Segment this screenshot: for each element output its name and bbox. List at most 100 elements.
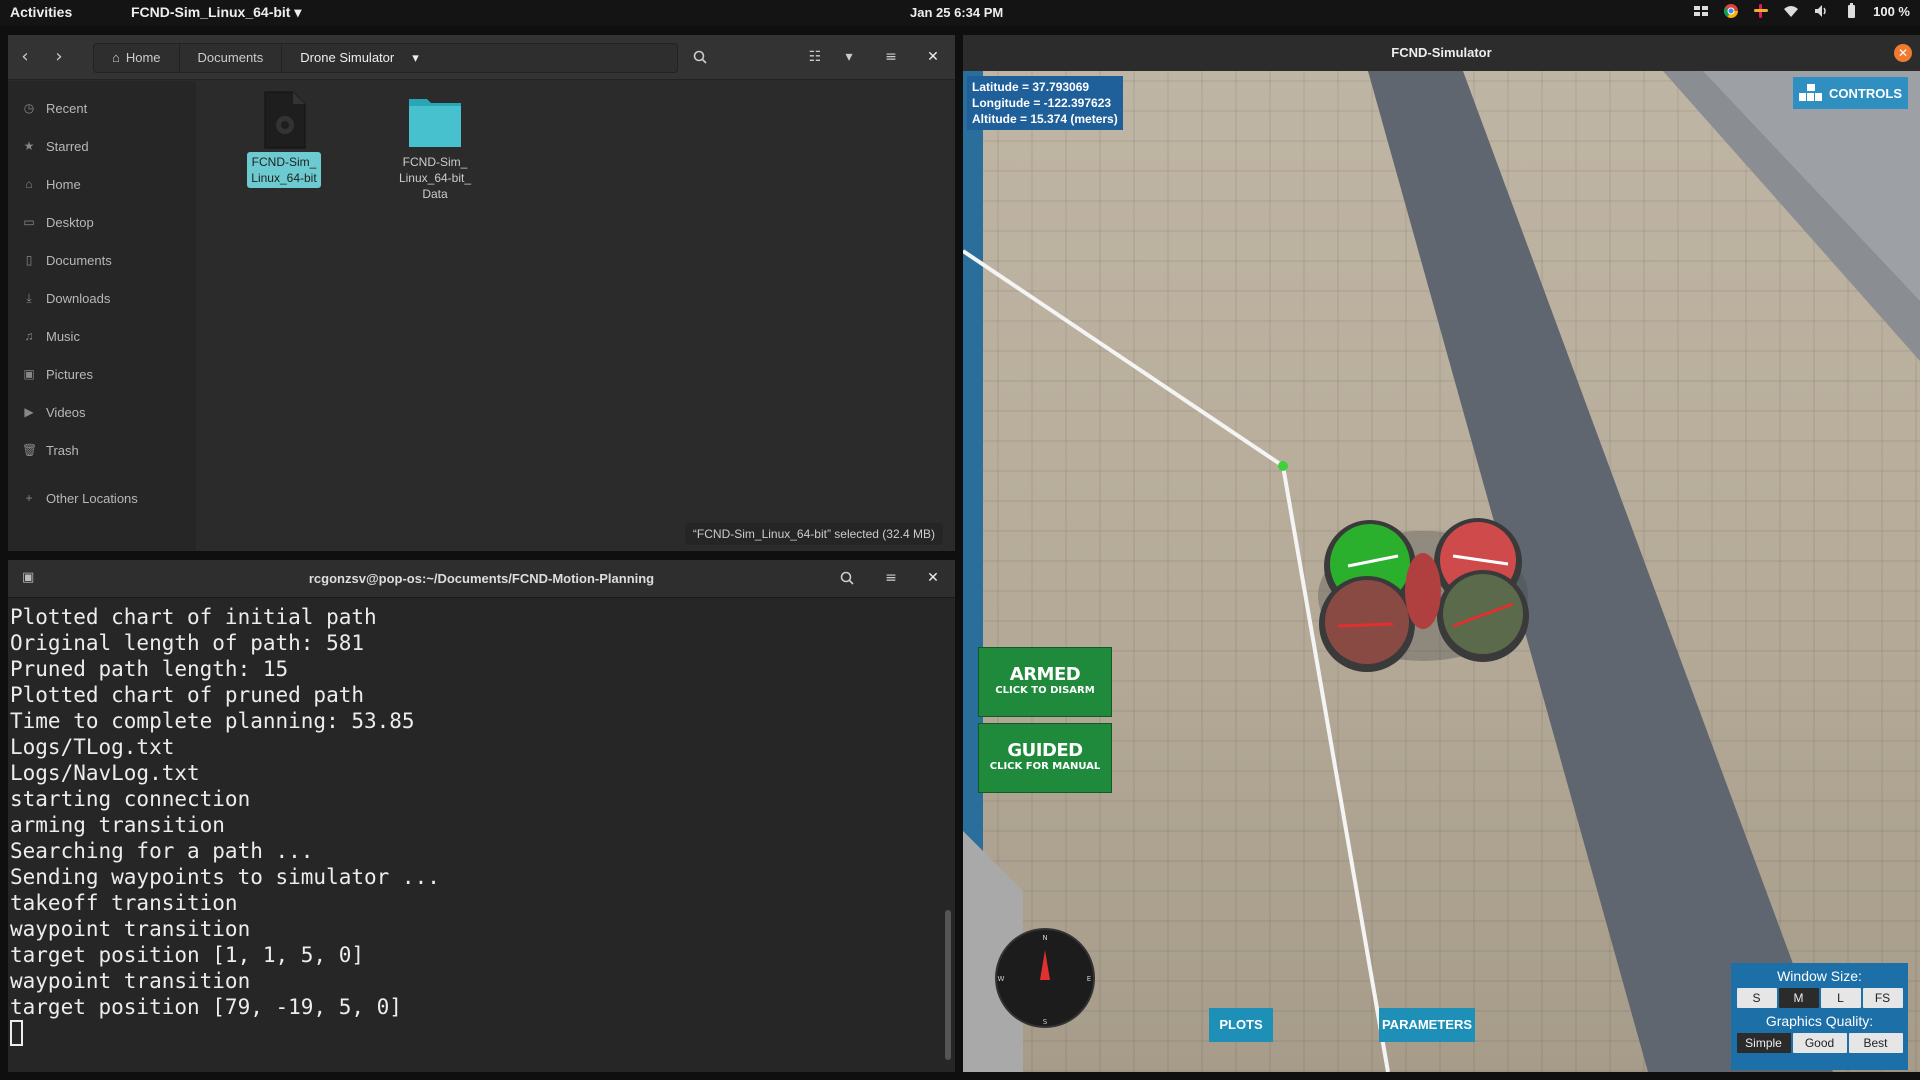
wifi-icon[interactable] (1783, 3, 1799, 19)
breadcrumb-drone-simulator[interactable]: Drone Simulator ▾ (282, 44, 436, 72)
breadcrumb-documents[interactable]: Documents (180, 44, 283, 72)
forward-button[interactable]: › (42, 43, 76, 73)
music-icon: ♫ (24, 329, 34, 343)
longitude-text: Longitude = -122.397623 (972, 96, 1112, 110)
waypoint-marker (1278, 461, 1288, 471)
window-size-fs[interactable]: FS (1862, 988, 1903, 1008)
terminal-cursor (10, 1020, 23, 1046)
system-tray[interactable]: 100 % (1693, 3, 1910, 19)
simulator-viewport[interactable]: Latitude = 37.793069 Longitude = -122.39… (963, 71, 1920, 1072)
latitude-text: Latitude = 37.793069 (972, 80, 1090, 94)
simulator-close-button[interactable]: ✕ (1894, 44, 1912, 62)
graphics-simple[interactable]: Simple (1736, 1033, 1791, 1053)
close-icon: ✕ (927, 49, 939, 65)
sidebar-item-pictures[interactable]: ▣ Pictures (8, 355, 196, 393)
view-toggle-button[interactable]: ☷ (798, 43, 832, 73)
search-button[interactable] (683, 43, 717, 73)
breadcrumb: ⌂ Home Documents Drone Simulator ▾ (93, 43, 678, 73)
guided-label: GUIDED (1007, 740, 1083, 761)
home-icon: ⌂ (25, 177, 33, 191)
window-size-label: Window Size: (1777, 968, 1862, 984)
slack-icon[interactable] (1753, 3, 1769, 19)
file-item-executable[interactable]: FCND-Sim_ Linux_64-bit (234, 91, 334, 188)
sidebar-item-documents[interactable]: ▯ Documents (8, 241, 196, 279)
menu-button[interactable]: ≡ (874, 43, 908, 73)
file-manager-header: ‹ › ⌂ Home Documents Drone Simulator ▾ ☷ ▾… (8, 35, 955, 80)
position-readout: Latitude = 37.793069 Longitude = -122.39… (967, 76, 1123, 130)
guided-button[interactable]: GUIDED CLICK FOR MANUAL (978, 723, 1112, 793)
graphics-quality-label: Graphics Quality: (1765, 1013, 1874, 1029)
close-icon: ✕ (927, 570, 939, 586)
terminal-menu-button[interactable]: ≡ (874, 564, 908, 594)
terminal-output[interactable]: Plotted chart of initial path Original le… (10, 604, 935, 1072)
volume-icon[interactable] (1813, 3, 1829, 19)
sidebar-item-trash[interactable]: 🗑 Trash (8, 431, 196, 469)
altitude-text: Altitude = 15.374 (meters) (972, 112, 1118, 126)
path-segment (963, 249, 1285, 468)
sidebar-item-desktop[interactable]: ▭ Desktop (8, 203, 196, 241)
clock[interactable]: Jan 25 6:34 PM (910, 5, 1003, 20)
sidebar-item-home[interactable]: ⌂ Home (8, 165, 196, 203)
compass-south: S (1043, 1018, 1048, 1026)
chevron-down-icon: ▾ (845, 49, 853, 65)
home-icon: ⌂ (112, 50, 120, 65)
clock-icon: ◷ (23, 101, 35, 115)
sidebar-item-videos[interactable]: ▶ Videos (8, 393, 196, 431)
terminal-line: Logs/TLog.txt (10, 735, 175, 759)
folder-icon (409, 99, 461, 147)
window-size-l[interactable]: L (1820, 988, 1861, 1008)
terminal-line: starting connection (10, 787, 251, 811)
compass-east: E (1087, 975, 1091, 983)
close-button[interactable]: ✕ (916, 43, 950, 73)
armed-button[interactable]: ARMED CLICK TO DISARM (978, 647, 1112, 717)
armed-label: ARMED (1009, 664, 1081, 685)
app-menu[interactable]: FCND-Sim_Linux_64-bit ▾ (131, 4, 301, 21)
graphics-quality-options: Simple Good Best (1731, 1033, 1908, 1053)
search-icon (840, 571, 854, 585)
simulator-window: FCND-Simulator ✕ Latitude = 37.793069 Lo… (963, 35, 1920, 1072)
terminal-search-button[interactable] (830, 564, 864, 594)
battery-icon[interactable] (1843, 3, 1859, 19)
back-button[interactable]: ‹ (8, 43, 42, 73)
window-size-options: S M L FS (1731, 988, 1908, 1008)
scrollbar-thumb[interactable] (945, 910, 951, 1060)
sidebar-item-starred[interactable]: ★ Starred (8, 127, 196, 165)
star-icon: ★ (23, 139, 35, 153)
terminal-line: Plotted chart of initial path (10, 605, 377, 629)
breadcrumb-home[interactable]: ⌂ Home (94, 44, 180, 72)
plots-button[interactable]: PLOTS (1209, 1008, 1273, 1042)
sidebar-item-music[interactable]: ♫ Music (8, 317, 196, 355)
window-size-m[interactable]: M (1778, 988, 1819, 1008)
terminal-header: ▣ rcgonzsv@pop-os:~/Documents/FCND-Motio… (8, 560, 955, 598)
terminal-line: waypoint transition (10, 969, 251, 993)
terminal-title: rcgonzsv@pop-os:~/Documents/FCND-Motion-… (308, 571, 655, 586)
search-icon (693, 50, 707, 64)
terminal-close-button[interactable]: ✕ (916, 564, 950, 594)
terminal-line: Original length of path: 581 (10, 631, 365, 655)
terminal-line: Plotted chart of pruned path (10, 683, 365, 707)
sidebar-item-downloads[interactable]: ⤓ Downloads (8, 279, 196, 317)
terminal-line: waypoint transition (10, 917, 251, 941)
controls-icon (1799, 84, 1823, 101)
grid-icon[interactable] (1693, 3, 1709, 19)
terminal-scrollbar[interactable] (945, 600, 951, 1068)
terminal-line: target position [79, -19, 5, 0] (10, 995, 402, 1019)
activities-button[interactable]: Activities (10, 4, 72, 20)
parameters-button[interactable]: PARAMETERS (1379, 1008, 1475, 1042)
window-size-s[interactable]: S (1736, 988, 1777, 1008)
simulator-title: FCND-Simulator (1391, 45, 1492, 60)
simulator-titlebar: FCND-Simulator ✕ (963, 35, 1920, 71)
download-icon: ⤓ (26, 291, 32, 305)
sidebar-item-recent[interactable]: ◷ Recent (8, 89, 196, 127)
chrome-icon[interactable] (1723, 3, 1739, 19)
compass-icon: N E S W (998, 934, 1092, 1026)
document-icon: ▯ (25, 253, 33, 267)
view-options-button[interactable]: ▾ (832, 43, 866, 73)
controls-button[interactable]: CONTROLS (1793, 77, 1908, 109)
chevron-down-icon[interactable]: ▾ (412, 50, 419, 65)
graphics-best[interactable]: Best (1848, 1033, 1903, 1053)
graphics-good[interactable]: Good (1792, 1033, 1847, 1053)
folder-item-data[interactable]: FCND-Sim_ Linux_64-bit_ Data (385, 91, 485, 204)
sidebar-item-other-locations[interactable]: + Other Locations (8, 479, 196, 517)
controls-label: CONTROLS (1829, 85, 1902, 101)
